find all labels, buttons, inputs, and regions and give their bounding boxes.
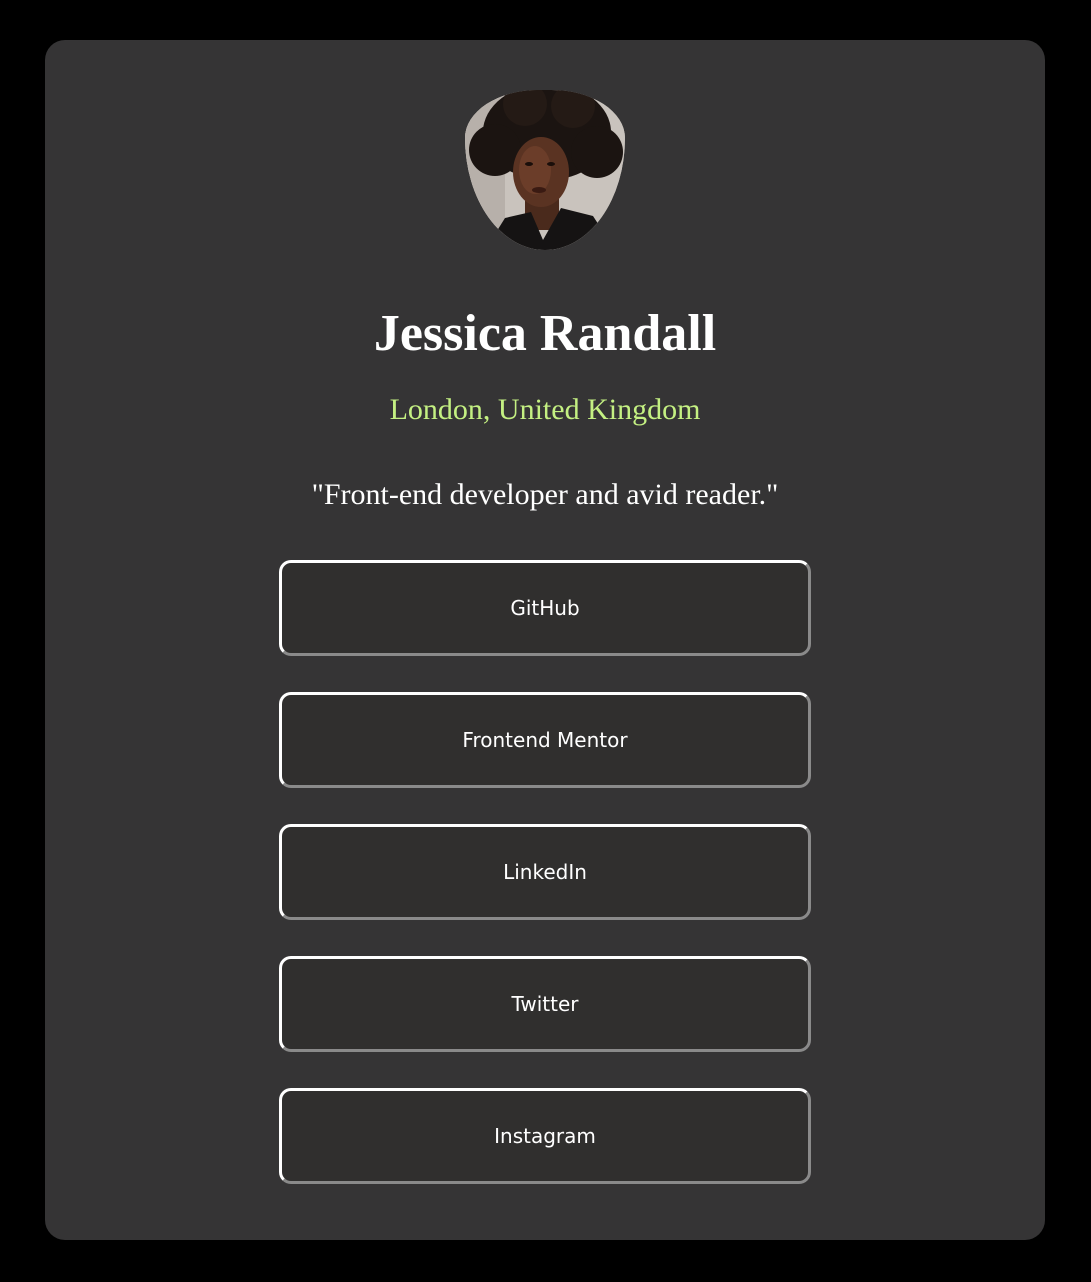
instagram-link-button[interactable]: Instagram (279, 1088, 811, 1184)
social-links-list: GitHub Frontend Mentor LinkedIn Twitter … (279, 560, 811, 1220)
linkedin-link-button[interactable]: LinkedIn (279, 824, 811, 920)
profile-location: London, United Kingdom (389, 393, 701, 426)
twitter-link-button[interactable]: Twitter (279, 956, 811, 1052)
frontend-mentor-link-button[interactable]: Frontend Mentor (279, 692, 811, 788)
profile-bio: "Front-end developer and avid reader." (311, 478, 779, 511)
github-link-button[interactable]: GitHub (279, 560, 811, 656)
avatar-photo (465, 90, 625, 250)
profile-card: Jessica Randall London, United Kingdom "… (45, 40, 1045, 1240)
profile-name: Jessica Randall (373, 305, 717, 362)
avatar (465, 90, 625, 250)
